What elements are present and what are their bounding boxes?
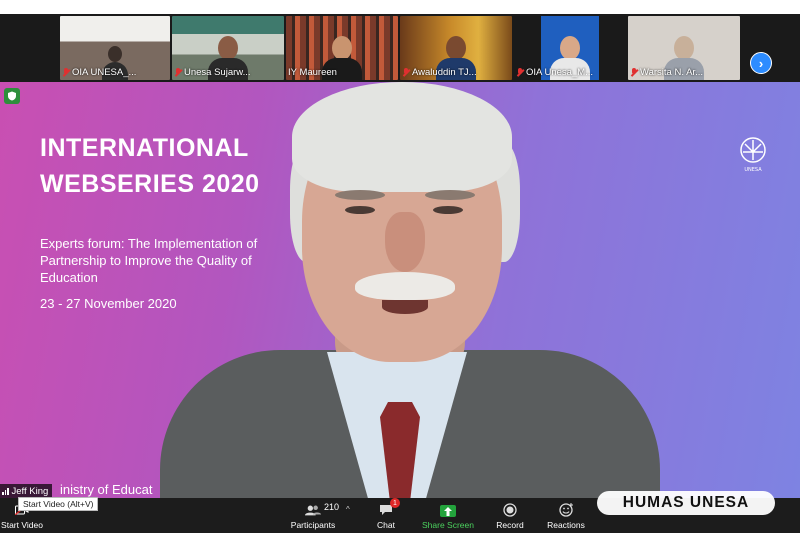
main-video: INTERNATIONAL WEBSERIES 2020 Experts for… (0, 82, 800, 498)
participants-count: 210 (324, 502, 340, 512)
chat-unread-badge: 1 (390, 498, 400, 508)
share-screen-icon (440, 505, 456, 517)
slide-footer: inistry of Educat (60, 482, 153, 497)
unesa-logo-icon: UNESA (733, 134, 773, 174)
share-screen-button[interactable]: Share Screen (422, 498, 474, 533)
speaker-name-label: Jeff King (0, 484, 53, 498)
participant-strip: OIA UNESA_... Unesa Sujarw... IY Maureen… (0, 14, 800, 82)
next-page-button[interactable]: › (750, 52, 772, 74)
participant-name: OIA Unesa_M... (516, 67, 593, 78)
shield-icon[interactable] (4, 88, 20, 104)
muted-mic-icon (630, 68, 638, 77)
participant-tile[interactable]: OIA UNESA_... (60, 16, 170, 80)
participant-tile[interactable]: OIA Unesa_M... (514, 16, 626, 80)
participants-icon (305, 503, 321, 517)
muted-mic-icon (174, 68, 182, 77)
participant-tile[interactable]: IY Maureen (286, 16, 398, 80)
reactions-button[interactable]: Reactions (544, 498, 588, 533)
participant-tile[interactable]: Warsita N. Ar... (628, 16, 740, 80)
watermark: HUMAS UNESA (597, 491, 775, 515)
participant-name: OIA UNESA_... (62, 67, 136, 78)
participant-tile[interactable]: Awaluddin TJ... (400, 16, 512, 80)
chevron-right-icon: › (758, 55, 764, 71)
signal-icon (2, 487, 9, 495)
muted-mic-icon (402, 68, 410, 77)
participant-name: Warsita N. Ar... (630, 67, 703, 78)
participant-name: Awaluddin TJ... (402, 67, 477, 78)
participant-tile[interactable]: Unesa Sujarw... (172, 16, 284, 80)
chat-button[interactable]: 1 Chat (372, 498, 400, 533)
top-white-bar (0, 0, 800, 14)
muted-mic-icon (62, 68, 70, 77)
participant-name: IY Maureen (288, 67, 337, 78)
record-icon (502, 503, 518, 517)
record-button[interactable]: Record (494, 498, 526, 533)
start-video-tooltip: Start Video (Alt+V) (18, 497, 99, 511)
chat-bubble-icon: 1 (378, 498, 400, 517)
smiley-icon (558, 503, 574, 517)
participant-name: Unesa Sujarw... (174, 67, 251, 78)
speaker-video (150, 82, 670, 498)
chevron-up-icon[interactable]: ^ (346, 505, 350, 514)
muted-mic-icon (516, 68, 524, 77)
svg-text:UNESA: UNESA (744, 167, 762, 173)
